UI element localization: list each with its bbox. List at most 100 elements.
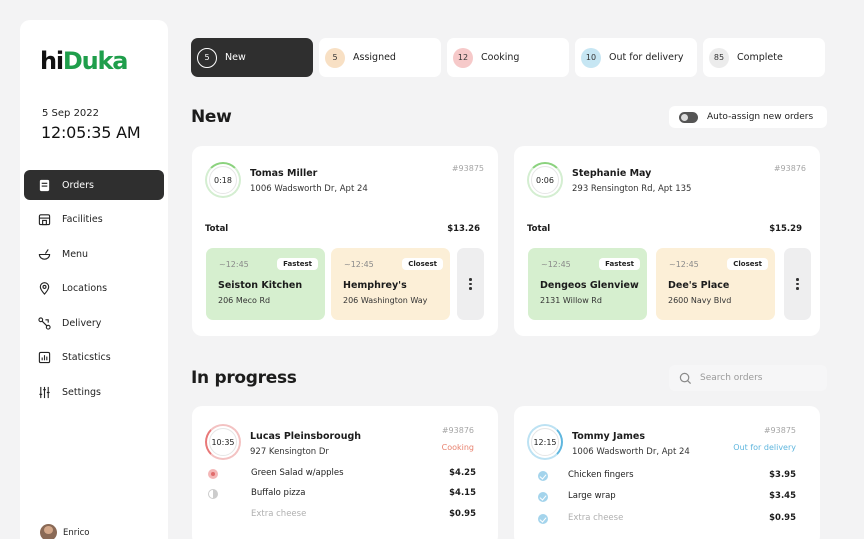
order-timer: 12:15 [527, 424, 563, 460]
kitchen-name: Hemphrey's [343, 280, 407, 291]
tab-count: 5 [325, 47, 345, 68]
tab-cooking[interactable]: 12 Cooking [447, 38, 569, 77]
search-input[interactable] [700, 373, 810, 383]
timer-value: 12:15 [533, 437, 557, 447]
more-options-button[interactable] [784, 248, 811, 320]
map-pin-icon [39, 282, 50, 296]
list-item[interactable]: Extra cheese $0.95 [206, 508, 476, 522]
kitchen-option-fastest[interactable]: ~12:45 Fastest Seiston Kitchen 206 Meco … [206, 248, 325, 320]
item-price: $4.25 [449, 468, 476, 478]
tab-label: Cooking [481, 52, 520, 63]
more-vertical-icon [469, 278, 472, 290]
item-price: $3.45 [769, 491, 796, 501]
item-name: Buffalo pizza [251, 488, 306, 498]
timer-value: 10:35 [211, 437, 235, 447]
user-name: Enrico [63, 527, 90, 538]
receipt-icon [39, 179, 50, 191]
tab-count: 5 [197, 47, 217, 68]
order-card[interactable]: 10:35 Lucas Pleinsborough 927 Kensington… [192, 406, 498, 539]
tab-label: Out for delivery [609, 52, 684, 63]
total-value: $13.26 [447, 224, 480, 234]
timer-value: 0:18 [214, 175, 232, 185]
customer-name: Tommy James [572, 431, 645, 442]
sidebar-item-menu[interactable]: Menu [24, 239, 164, 269]
order-id: #93875 [763, 426, 796, 435]
fastest-badge: Fastest [599, 258, 640, 270]
item-price: $0.95 [449, 509, 476, 519]
tab-label: Complete [737, 52, 783, 63]
route-icon [38, 317, 51, 330]
tab-label: New [225, 52, 246, 63]
order-status: Cooking [441, 443, 474, 452]
list-item[interactable]: Green Salad w/apples $4.25 [206, 467, 476, 481]
eta: ~12:45 [219, 260, 249, 269]
timer-value: 0:06 [536, 175, 554, 185]
item-name: Extra cheese [568, 513, 624, 523]
tab-assigned[interactable]: 5 Assigned [319, 38, 441, 77]
customer-address: 1006 Wadsworth Dr, Apt 24 [250, 184, 368, 194]
kitchen-address: 206 Washington Way [343, 296, 428, 305]
status-tabs: 5 New 5 Assigned 12 Cooking 10 Out for deliv… [191, 38, 825, 77]
item-status-icon [208, 489, 218, 499]
customer-name: Tomas Miller [250, 168, 318, 179]
item-status-icon [208, 469, 218, 479]
customer-address: 293 Rensington Rd, Apt 135 [572, 184, 692, 194]
tab-count: 85 [709, 47, 729, 68]
sidebar-item-label: Staticstics [62, 352, 111, 364]
item-name: Chicken fingers [568, 470, 634, 480]
check-icon [538, 492, 548, 502]
order-card[interactable]: 0:06 Stephanie May 293 Rensington Rd, Ap… [514, 146, 820, 336]
auto-assign-toggle[interactable] [679, 111, 698, 123]
list-item[interactable]: Large wrap $3.45 [536, 490, 796, 504]
tab-count: 12 [453, 47, 473, 68]
order-timer: 0:06 [527, 162, 563, 198]
sidebar-item-locations[interactable]: Locations [24, 274, 164, 304]
tab-out-for-delivery[interactable]: 10 Out for delivery [575, 38, 697, 77]
list-item[interactable]: Buffalo pizza $4.15 [206, 487, 476, 501]
order-card[interactable]: 0:18 Tomas Miller 1006 Wadsworth Dr, Apt… [192, 146, 498, 336]
logo-hi: hi [40, 47, 64, 75]
order-timer: 10:35 [205, 424, 241, 460]
closest-badge: Closest [727, 258, 768, 270]
order-card[interactable]: 12:15 Tommy James 1006 Wadsworth Dr, Apt… [514, 406, 820, 539]
sidebar-item-statistics[interactable]: Staticstics [24, 343, 164, 373]
tab-label: Assigned [353, 52, 396, 63]
sidebar-nav: Orders Facilities Menu Locations Deliver… [24, 170, 164, 412]
current-date: 5 Sep 2022 [42, 108, 100, 119]
sidebar-item-label: Delivery [62, 317, 102, 329]
new-section-title: New [191, 107, 232, 127]
customer-address: 1006 Wadsworth Dr, Apt 24 [572, 447, 690, 457]
item-name: Extra cheese [251, 509, 307, 519]
item-name: Large wrap [568, 491, 616, 501]
check-icon [538, 471, 548, 481]
customer-name: Stephanie May [572, 168, 652, 179]
tab-complete[interactable]: 85 Complete [703, 38, 825, 77]
list-item[interactable]: Extra cheese $0.95 [536, 512, 796, 526]
kitchen-option-closest[interactable]: ~12:45 Closest Hemphrey's 206 Washington… [331, 248, 450, 320]
eta: ~12:45 [344, 260, 374, 269]
order-id: #93876 [773, 164, 806, 173]
kitchen-address: 206 Meco Rd [218, 296, 271, 305]
item-price: $4.15 [449, 488, 476, 498]
check-icon [538, 514, 548, 524]
hiduka-logo[interactable]: hiDuka [40, 47, 129, 75]
sidebar-item-label: Settings [62, 387, 101, 399]
sidebar-item-settings[interactable]: Settings [24, 378, 164, 408]
search-bar [669, 365, 827, 391]
tab-new[interactable]: 5 New [191, 38, 313, 77]
kitchen-option-closest[interactable]: ~12:45 Closest Dee's Place 2600 Navy Blv… [656, 248, 775, 320]
sidebar-item-delivery[interactable]: Delivery [24, 308, 164, 338]
kitchen-option-fastest[interactable]: ~12:45 Fastest Dengeos Glenview 2131 Wil… [528, 248, 647, 320]
storefront-icon [38, 214, 51, 226]
auto-assign-label: Auto-assign new orders [707, 112, 814, 122]
logo-duka: Duka [62, 47, 129, 75]
total-label: Total [527, 224, 551, 234]
sidebar-item-orders[interactable]: Orders [24, 170, 164, 200]
user-profile[interactable]: Enrico [40, 524, 90, 539]
order-id: #93875 [451, 164, 484, 173]
list-item[interactable]: Chicken fingers $3.95 [536, 469, 796, 483]
bar-chart-icon [38, 352, 51, 364]
sidebar-item-facilities[interactable]: Facilities [24, 205, 164, 235]
more-options-button[interactable] [457, 248, 484, 320]
sidebar-item-label: Menu [62, 248, 89, 260]
